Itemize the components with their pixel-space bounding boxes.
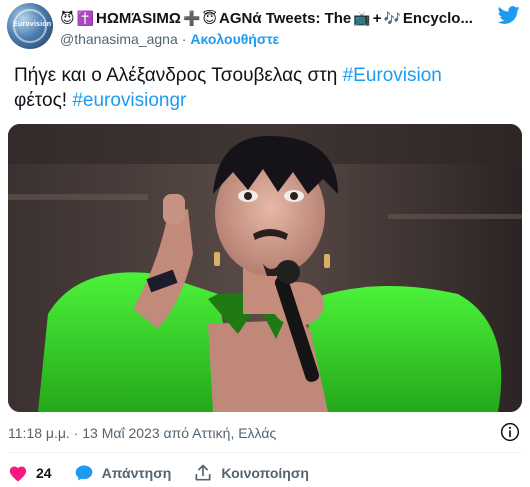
share-label: Κοινοποίηση xyxy=(221,465,309,481)
tweet-card: Eurovision 😈 ✝️ HΩΜΆSIMΩ ➕ 😇 ΑGΝά Tweets… xyxy=(0,0,530,487)
plus-emoji: ➕ xyxy=(182,10,201,26)
follow-link[interactable]: Ακολουθήστε xyxy=(190,31,279,47)
hashtag-eurovisiongr[interactable]: #eurovisiongr xyxy=(72,90,186,111)
music-emoji: 🎶 xyxy=(383,10,401,26)
like-count: 24 xyxy=(36,465,52,481)
separator-dot: · xyxy=(181,31,187,47)
name-part-3: Encyclo... xyxy=(402,9,473,27)
heart-icon xyxy=(9,466,27,482)
share-button[interactable]: Κοινοποίηση xyxy=(193,463,309,483)
avatar[interactable]: Eurovision xyxy=(7,3,53,49)
angel-emoji: 😇 xyxy=(202,10,217,26)
reply-label: Απάντηση xyxy=(101,465,172,481)
reply-button[interactable]: Απάντηση xyxy=(74,463,172,483)
tweet-timestamp[interactable]: 11:18 μ.μ. · 13 Μαΐ 2023 από Αττική, Ελλ… xyxy=(8,425,276,441)
author-handle[interactable]: @thanasima_agna xyxy=(60,31,178,47)
info-icon[interactable] xyxy=(500,422,520,442)
name-part-1: HΩΜΆSIMΩ xyxy=(96,9,181,27)
avatar-logo-text: Eurovision xyxy=(13,21,52,28)
name-plus: + xyxy=(372,9,382,27)
tweet-media-image[interactable] xyxy=(8,124,522,412)
author-display-name[interactable]: 😈 ✝️ HΩΜΆSIMΩ ➕ 😇 ΑGΝά Tweets: The 📺 + 🎶… xyxy=(60,8,492,28)
hashtag-eurovision[interactable]: #Eurovision xyxy=(343,65,442,86)
twitter-bird-icon[interactable] xyxy=(497,4,521,26)
tv-emoji: 📺 xyxy=(353,10,371,26)
handle-row: @thanasima_agna · Ακολουθήστε xyxy=(60,31,279,47)
divider xyxy=(8,452,522,453)
like-button[interactable]: 24 xyxy=(8,464,52,482)
devil-emoji: 😈 xyxy=(60,10,75,26)
name-part-2: ΑGΝά Tweets: The xyxy=(218,9,352,27)
tweet-text-part-1: Πήγε και ο Αλέξανδρος Τσουβελας στη xyxy=(14,65,343,86)
performer-photo xyxy=(8,124,522,412)
tweet-text: Πήγε και ο Αλέξανδρος Τσουβελας στη #Eur… xyxy=(14,63,519,113)
cross-emoji: ✝️ xyxy=(76,10,95,26)
tweet-text-part-2: φέτος! xyxy=(14,90,73,111)
tweet-actions: 24 Απάντηση Κοινοποίηση xyxy=(8,462,331,484)
reply-bubble-icon xyxy=(75,465,92,481)
share-icon xyxy=(195,464,211,481)
